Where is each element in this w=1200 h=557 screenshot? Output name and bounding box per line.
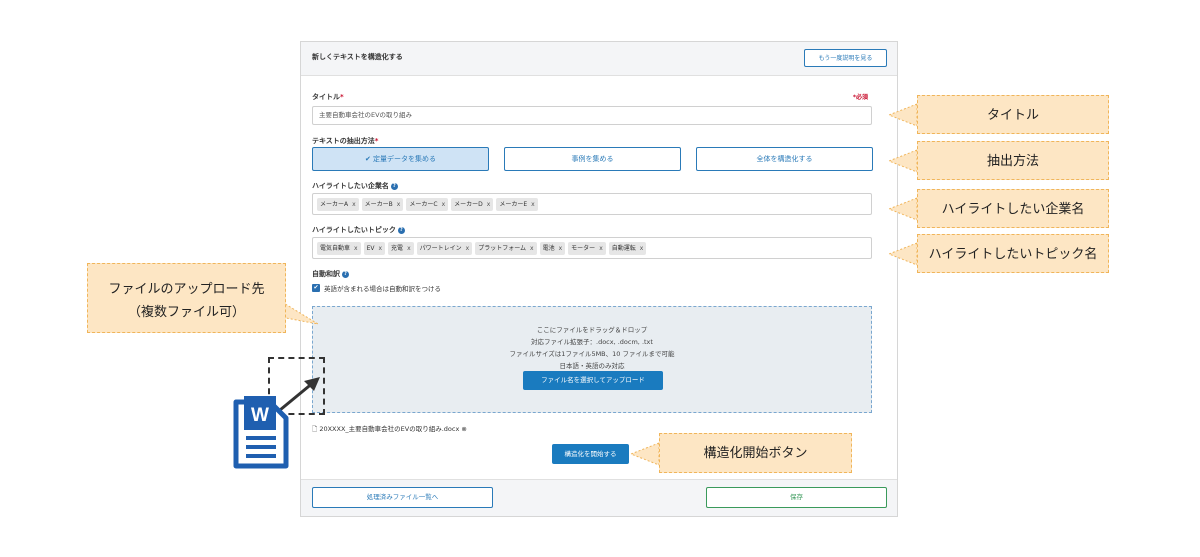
checkbox-checked-icon[interactable]: ✔ [312,284,320,292]
required-note: *必須 [852,94,868,101]
title-input[interactable]: 主要自動車会社のEVの取り組み [312,106,872,125]
callout-upload: ファイルのアップロード先 （複数ファイル可） [87,263,286,333]
topic-tag: プラットフォーム x [475,241,537,255]
panel-header: 新しくテキストを構造化する もう一度説明を見る [301,42,897,76]
topic-tag: パワートレイン x [416,241,473,255]
processed-files-button[interactable]: 処理済みファイル一覧へ [312,487,493,508]
translation-checkbox-row[interactable]: ✔ 英語が含まれる場合は自動和訳をつける [312,283,441,293]
callout-upload-line1: ファイルのアップロード先 [108,282,265,297]
method-option-label: 定量データを集める [373,155,437,163]
company-tag-input[interactable]: メーカーA x メーカーB x メーカーC x メーカーD x メーカーE x [312,193,872,215]
translation-label: 自動和訳? [312,269,349,279]
callout-start: 構造化開始ボタン [659,433,852,473]
check-icon: ✔ [364,155,371,163]
callout-upload-line2: （複数ファイル可） [127,305,245,320]
callout-pointer-upload [281,300,319,325]
help-icon[interactable]: ? [342,270,349,278]
tag-remove-icon[interactable]: x [531,201,535,208]
help-icon[interactable]: ? [397,226,405,234]
company-tag: メーカーA x [317,197,359,211]
word-document-icon: W [233,396,289,469]
method-label: テキストの抽出方法* [312,137,379,145]
tag-remove-icon[interactable]: x [397,201,401,208]
dropzone-extensions: 対応ファイル拡張子：.docx, .docm, .txt [531,338,653,346]
callout-method: 抽出方法 [917,141,1109,180]
method-option-cases[interactable]: 事例を集める [504,147,681,171]
tag-remove-icon[interactable]: x [599,245,603,252]
help-icon[interactable]: ? [390,182,398,190]
callout-company: ハイライトしたい企業名 [917,189,1109,228]
topic-tag-input[interactable]: 電気自動車 x EV x 充電 x パワートレイン x プラットフォーム x 電池 x モー… [312,237,872,259]
topic-tag: 充電 x [388,241,414,255]
callout-pointer-company [887,197,918,221]
uploaded-file-row: 🗋 20XXXX_主要自動車会社のEVの取り組み.docx ⊗ [312,423,467,436]
tag-remove-icon[interactable]: x [530,245,534,252]
tag-remove-icon[interactable]: x [378,245,382,252]
explain-again-button[interactable]: もう一度説明を見る [804,49,887,67]
method-option-whole[interactable]: 全体を構造化する [696,147,873,171]
callout-pointer-method [887,149,918,173]
callout-pointer-topic [887,242,918,266]
callout-topic: ハイライトしたいトピック名 [917,234,1109,273]
callout-pointer-start [629,442,660,466]
tag-remove-icon[interactable]: x [442,201,446,208]
tag-remove-icon[interactable]: x [559,245,563,252]
tag-remove-icon[interactable]: x [352,201,356,208]
translation-checkbox-label: 英語が含まれる場合は自動和訳をつける [324,285,441,293]
company-tag: メーカーB x [361,197,404,211]
topic-tag: 電池 x [539,241,566,255]
svg-text:W: W [251,405,269,426]
company-tag: メーカーE x [496,197,538,211]
tag-remove-icon[interactable]: x [487,201,491,208]
title-label: タイトル* [312,93,344,101]
uploaded-file-name: 20XXXX_主要自動車会社のEVの取り組み.docx [319,425,460,433]
tag-remove-icon[interactable]: x [466,245,470,252]
callout-pointer-title [887,103,918,127]
company-label: ハイライトしたい企業名? [312,181,398,191]
tag-remove-icon[interactable]: x [407,245,411,252]
upload-button[interactable]: ファイル名を選択してアップロード [523,371,663,390]
topic-tag: 自動運転 x [608,241,647,255]
topic-tag: モーター x [568,241,606,255]
tag-remove-icon[interactable]: x [640,245,644,252]
start-structuring-button[interactable]: 構造化を開始する [552,444,629,464]
company-tag: メーカーD x [451,197,494,211]
topic-tag: EV x [363,241,386,255]
file-dropzone[interactable]: ここにファイルをドラッグ＆ドロップ 対応ファイル拡張子：.docx, .docm… [312,306,872,413]
save-button[interactable]: 保存 [706,487,887,508]
dropzone-instruction: ここにファイルをドラッグ＆ドロップ [536,326,648,334]
method-option-quantitative[interactable]: ✔ 定量データを集める [312,147,489,171]
callout-title: タイトル [917,95,1109,134]
file-icon: 🗋 [312,425,318,433]
tag-remove-icon[interactable]: x [354,245,358,252]
dropzone-languages: 日本語・英語のみ対応 [559,362,625,370]
topic-label: ハイライトしたいトピック? [312,225,405,235]
remove-file-icon[interactable]: ⊗ [461,425,466,433]
panel-title: 新しくテキストを構造化する [312,53,403,61]
company-tag: メーカーC x [406,197,449,211]
dropzone-size-limit: ファイルサイズは1ファイル5MB、10 ファイルまで可能 [509,350,675,358]
topic-tag: 電気自動車 x [317,241,361,255]
panel-footer: 処理済みファイル一覧へ 保存 [301,479,897,516]
